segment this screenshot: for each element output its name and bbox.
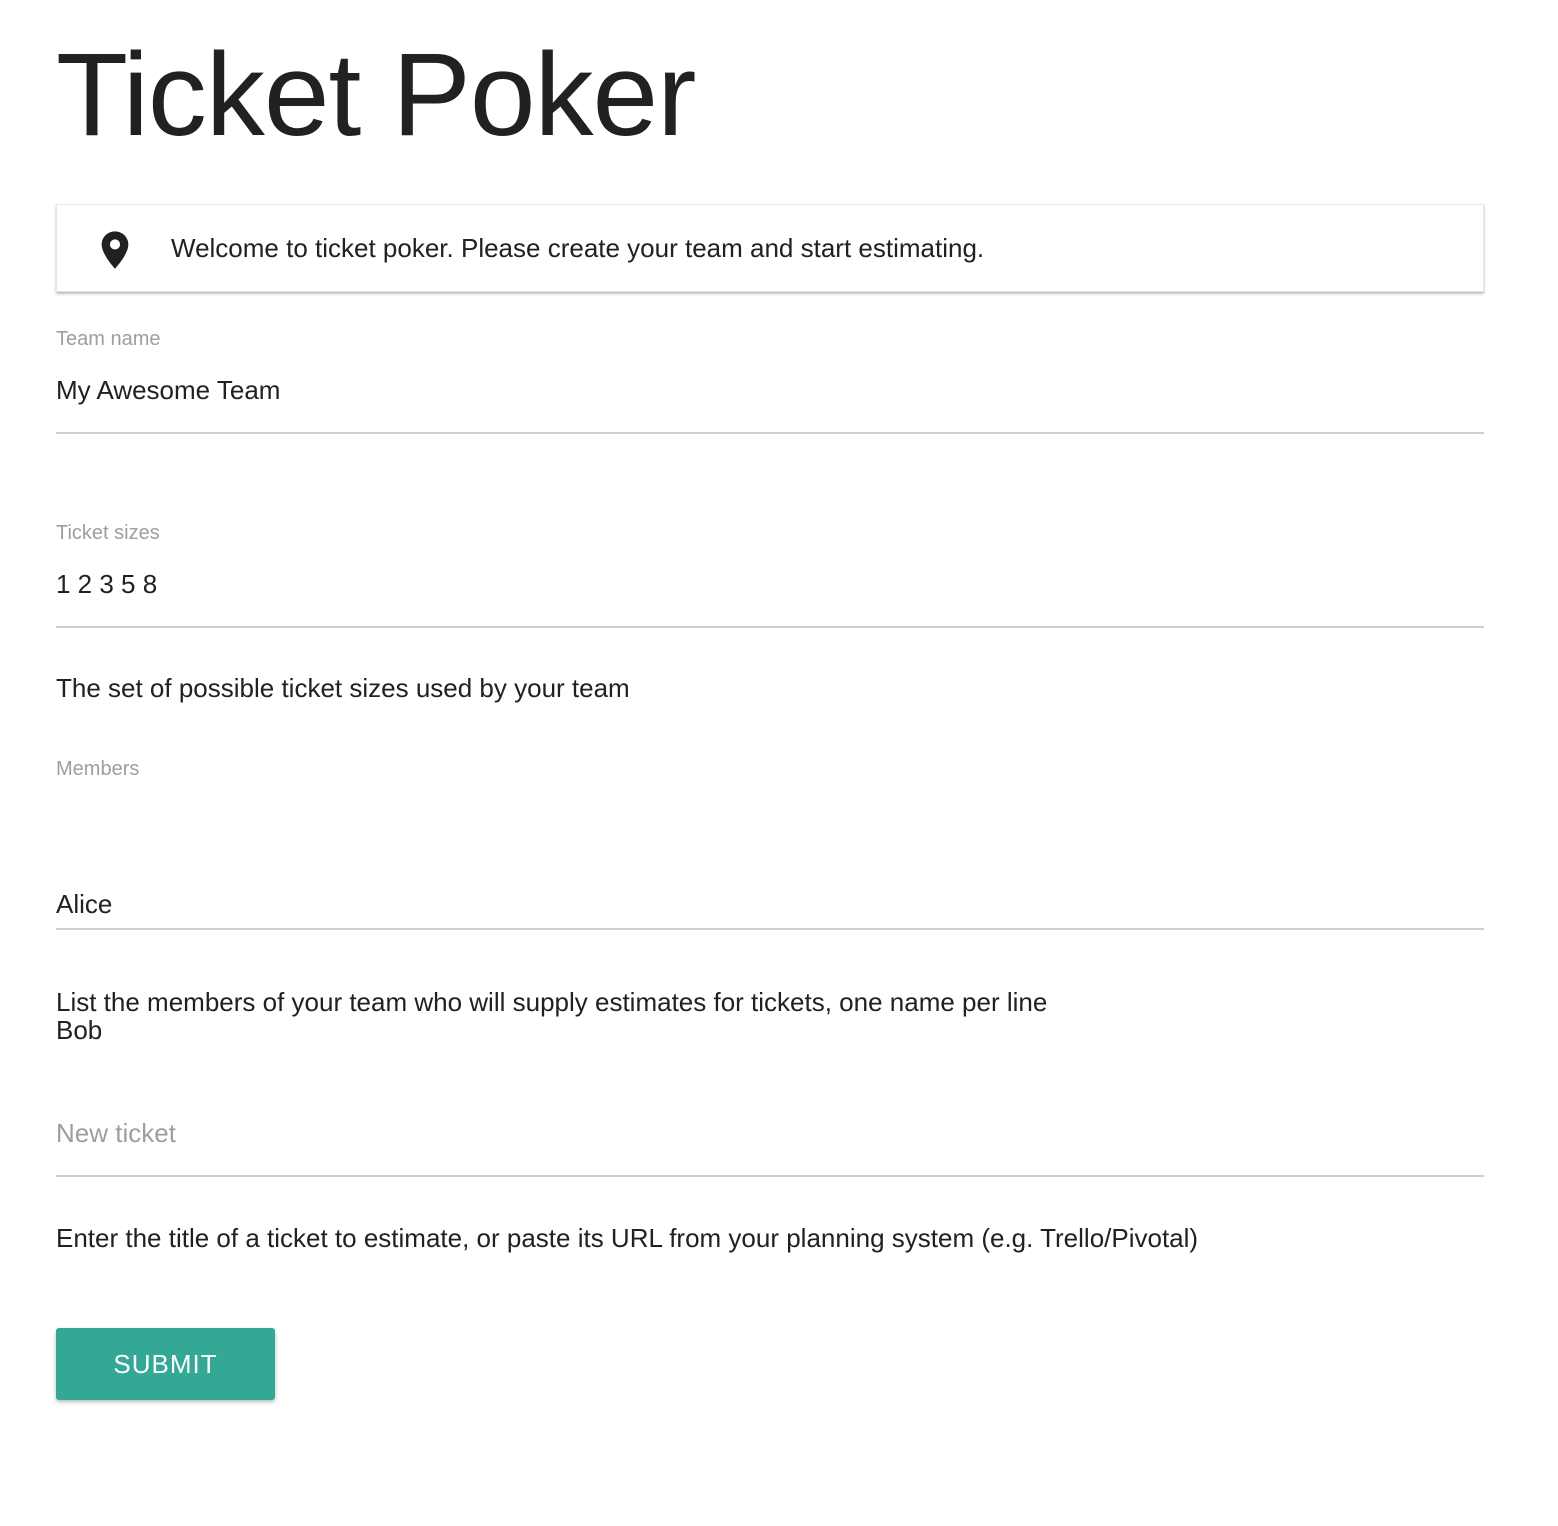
- ticket-sizes-underline: [56, 626, 1484, 628]
- team-name-label: Team name: [56, 328, 161, 350]
- members-label: Members: [56, 758, 140, 780]
- ticket-sizes-helper: The set of possible ticket sizes used by…: [56, 673, 630, 703]
- new-ticket-helper: Enter the title of a ticket to estimate,…: [56, 1223, 1199, 1253]
- page-title: Ticket Poker: [56, 29, 696, 161]
- ticket-sizes-label: Ticket sizes: [56, 522, 160, 544]
- member-line: Alice: [56, 889, 113, 919]
- submit-button[interactable]: SUBMIT: [56, 1328, 275, 1400]
- members-underline: [56, 928, 1484, 930]
- welcome-message: Welcome to ticket poker. Please create y…: [171, 233, 985, 263]
- new-ticket-underline: [56, 1175, 1484, 1177]
- ticket-sizes-input[interactable]: 1 2 3 5 8: [56, 563, 157, 605]
- welcome-notice: Welcome to ticket poker. Please create y…: [56, 204, 1484, 292]
- new-ticket-input[interactable]: New ticket: [56, 1112, 176, 1154]
- team-name-underline: [56, 432, 1484, 434]
- members-helper: List the members of your team who will s…: [56, 987, 1048, 1017]
- members-textarea[interactable]: Alice Bob: [56, 799, 112, 1135]
- map-marker-icon: [99, 230, 131, 270]
- team-name-input[interactable]: My Awesome Team: [56, 369, 280, 411]
